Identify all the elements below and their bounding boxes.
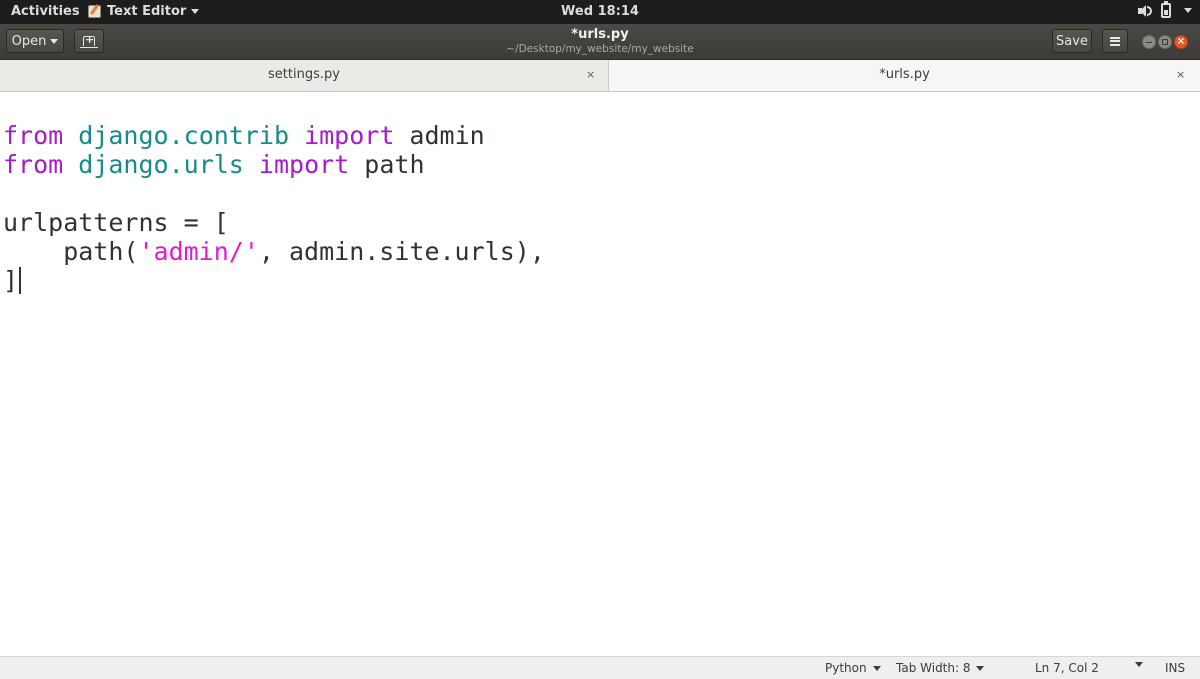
status-bar: Python Tab Width: 8 Ln 7, Col 2 INS <box>0 656 1200 679</box>
gnome-top-bar: Activities Text Editor Wed 18:14 <box>0 0 1200 24</box>
chevron-down-icon <box>1135 662 1143 667</box>
keyword-token: import <box>258 150 350 179</box>
close-tab-icon[interactable]: × <box>586 68 595 81</box>
code-line: from django.urls import path <box>3 150 425 179</box>
close-window-button[interactable]: × <box>1174 35 1188 49</box>
new-tab-icon <box>80 33 98 48</box>
code-line: from django.contrib import admin <box>3 121 485 150</box>
module-token: django.urls <box>78 150 244 179</box>
clock[interactable]: Wed 18:14 <box>561 4 639 19</box>
language-label: Python <box>825 661 867 675</box>
save-button[interactable]: Save <box>1052 29 1092 53</box>
cursor-position: Ln 7, Col 2 <box>1035 661 1099 675</box>
window-title: *urls.py <box>571 27 629 42</box>
text-editor-area[interactable]: from django.contrib import admin from dj… <box>0 92 1200 656</box>
keyword-token: from <box>3 150 64 179</box>
text-token: path <box>349 150 425 179</box>
chevron-down-icon <box>1184 8 1192 13</box>
code-content[interactable]: from django.contrib import admin from dj… <box>3 121 545 295</box>
chevron-down-icon <box>191 9 200 14</box>
code-line: ] <box>3 266 21 295</box>
tab-bar: settings.py × *urls.py × <box>0 60 1200 92</box>
insert-mode-indicator[interactable]: INS <box>1165 661 1185 675</box>
go-to-line-button[interactable] <box>1129 662 1143 667</box>
language-selector[interactable]: Python <box>825 661 881 675</box>
app-menu[interactable]: Text Editor <box>88 4 200 19</box>
text-token: path( <box>3 237 139 266</box>
hamburger-menu-button[interactable] <box>1102 29 1128 53</box>
window-controls: × <box>1142 35 1188 49</box>
chevron-down-icon <box>50 38 59 44</box>
text-token: admin <box>394 121 485 150</box>
app-menu-label: Text Editor <box>107 4 187 19</box>
chevron-down-icon <box>872 665 881 671</box>
text-editor-icon <box>88 5 101 18</box>
keyword-token: import <box>304 121 395 150</box>
string-token: 'admin/' <box>138 237 259 266</box>
text-token: ] <box>3 266 19 295</box>
hamburger-menu-icon <box>1110 36 1120 46</box>
open-button-label: Open <box>11 33 47 49</box>
code-line: path('admin/', admin.site.urls), <box>3 237 545 266</box>
chevron-down-icon <box>976 665 985 671</box>
minimize-button[interactable] <box>1142 35 1156 49</box>
tab-label: *urls.py <box>879 67 930 82</box>
maximize-button[interactable] <box>1158 35 1172 49</box>
keyword-token: from <box>3 121 64 150</box>
cursor-position-label: Ln 7, Col 2 <box>1035 661 1099 675</box>
close-tab-icon[interactable]: × <box>1176 68 1185 81</box>
activities-button[interactable]: Activities <box>11 4 80 19</box>
volume-icon <box>1137 4 1153 18</box>
tab-width-label: Tab Width: 8 <box>896 661 971 675</box>
open-button[interactable]: Open <box>6 29 64 53</box>
battery-icon <box>1161 1 1171 18</box>
tab-urls-py[interactable]: *urls.py × <box>609 60 1200 91</box>
text-cursor <box>19 267 21 294</box>
module-token: django.contrib <box>78 121 289 150</box>
tab-settings-py[interactable]: settings.py × <box>0 60 609 91</box>
insert-mode-label: INS <box>1165 661 1186 675</box>
header-bar: Open *urls.py ~/Desktop/my_website/my_we… <box>0 24 1200 60</box>
window-subtitle: ~/Desktop/my_website/my_website <box>506 43 694 55</box>
tab-width-selector[interactable]: Tab Width: 8 <box>896 661 985 675</box>
code-line: urlpatterns = [ <box>3 208 229 237</box>
new-tab-button[interactable] <box>74 29 104 53</box>
tab-label: settings.py <box>268 67 340 82</box>
text-token: , admin.site.urls), <box>258 237 545 266</box>
system-status-menu[interactable] <box>1137 1 1192 18</box>
